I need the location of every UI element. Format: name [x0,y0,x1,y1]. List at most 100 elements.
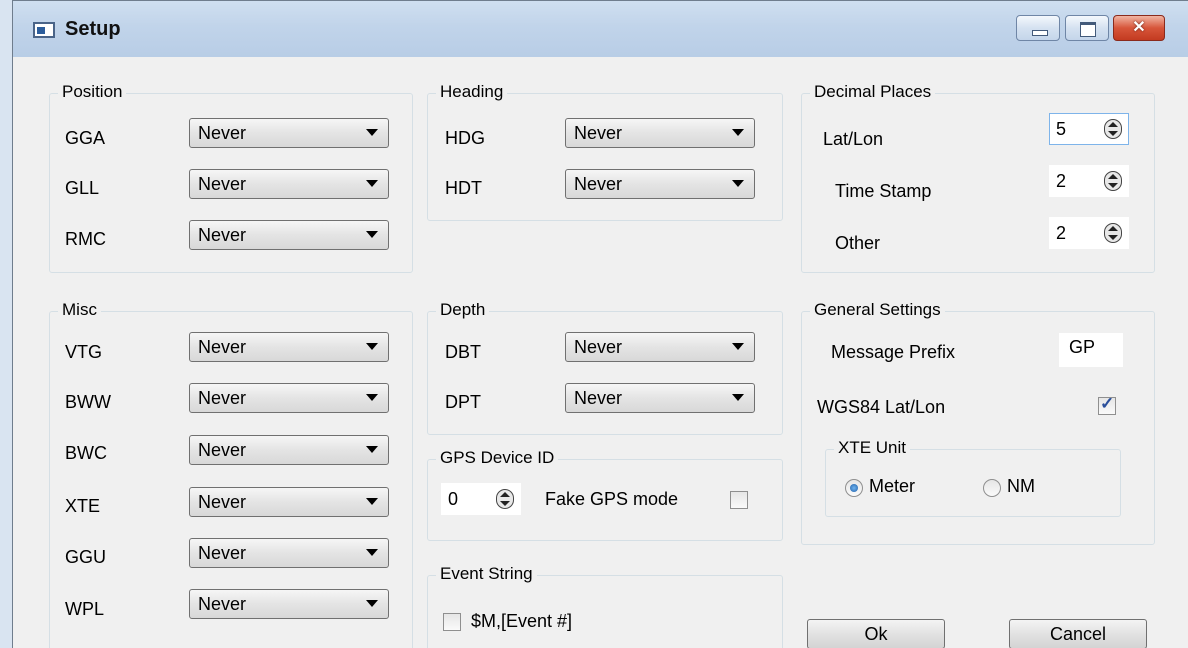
other-decimals-value: 2 [1056,223,1067,243]
vtg-label: VTG [65,342,103,362]
chevron-down-icon [366,549,378,556]
gps-device-group-title: GPS Device ID [436,448,559,468]
ggu-label: GGU [65,547,107,567]
chevron-down-icon [732,129,744,136]
gll-label: GLL [65,178,100,198]
wpl-value: Never [198,594,247,614]
dpt-dropdown[interactable]: Never [565,383,755,413]
hdg-dropdown[interactable]: Never [565,118,755,148]
spin-updown-icon[interactable] [1104,171,1122,191]
timestamp-decimals-spinner[interactable]: 2 [1049,165,1129,197]
xte-unit-meter-label: Meter [869,476,916,496]
message-prefix-label: Message Prefix [831,342,956,362]
gll-value: Never [198,174,247,194]
window-title: Setup [65,18,121,40]
fake-gps-mode-label: Fake GPS mode [545,489,679,509]
hdt-value: Never [574,174,623,194]
event-string-label: $M,[Event #] [471,611,573,631]
chevron-down-icon [732,394,744,401]
hdg-label: HDG [445,128,485,148]
chevron-down-icon [366,343,378,350]
gga-dropdown[interactable]: Never [189,118,389,148]
ggu-value: Never [198,543,247,563]
message-prefix-input[interactable]: GP [1059,333,1123,367]
bww-dropdown[interactable]: Never [189,383,389,413]
spin-updown-icon[interactable] [1104,119,1122,139]
close-icon: ✕ [1132,19,1146,36]
chevron-down-icon [366,231,378,238]
spin-updown-icon[interactable] [1104,223,1122,243]
hdt-label: HDT [445,178,482,198]
chevron-down-icon [366,180,378,187]
xte-value: Never [198,492,247,512]
wgs84-checkbox[interactable] [1098,394,1116,415]
chevron-down-icon [366,446,378,453]
chevron-down-icon [732,343,744,350]
close-button[interactable]: ✕ [1113,15,1165,41]
chevron-down-icon [366,498,378,505]
xte-label: XTE [65,496,101,516]
gps-device-id-value: 0 [448,489,459,509]
xte-unit-meter-radio[interactable] [845,479,863,497]
rmc-label: RMC [65,229,106,249]
gps-device-id-spinner[interactable]: 0 [441,483,521,515]
chevron-down-icon [366,394,378,401]
timestamp-decimals-value: 2 [1056,171,1067,191]
setup-window: Setup ✕ Position GGA Never GLL Never RMC… [12,0,1188,648]
ok-button[interactable]: Ok [807,619,945,648]
dbt-label: DBT [445,342,481,362]
other-decimals-label: Other [835,233,881,253]
wgs84-label: WGS84 Lat/Lon [817,397,946,417]
xte-unit-nm-radio[interactable] [983,479,1001,497]
hdt-dropdown[interactable]: Never [565,169,755,199]
misc-group-title: Misc [58,300,101,320]
minimize-icon [1032,30,1048,36]
heading-group: Heading [427,82,783,221]
xte-dropdown[interactable]: Never [189,487,389,517]
latlon-decimals-spinner[interactable]: 5 [1049,113,1129,145]
bww-value: Never [198,388,247,408]
fake-gps-mode-checkbox[interactable] [730,491,748,509]
dbt-value: Never [574,337,623,357]
app-window-icon [33,22,55,38]
rmc-value: Never [198,225,247,245]
heading-group-title: Heading [436,82,508,102]
vtg-dropdown[interactable]: Never [189,332,389,362]
xte-unit-nm-label: NM [1007,476,1035,496]
title-bar[interactable]: Setup ✕ [13,1,1188,57]
bww-label: BWW [65,392,111,412]
event-string-group-title: Event String [436,564,537,584]
depth-group-title: Depth [436,300,490,320]
gga-value: Never [198,123,247,143]
chevron-down-icon [732,180,744,187]
event-string-checkbox[interactable] [443,613,461,631]
bwc-value: Never [198,440,247,460]
wpl-label: WPL [65,599,105,619]
latlon-decimals-label: Lat/Lon [823,129,884,149]
cancel-button[interactable]: Cancel [1009,619,1147,648]
wpl-dropdown[interactable]: Never [189,589,389,619]
general-settings-group-title: General Settings [810,300,945,320]
gll-dropdown[interactable]: Never [189,169,389,199]
chevron-down-icon [366,129,378,136]
chevron-down-icon [366,600,378,607]
bwc-dropdown[interactable]: Never [189,435,389,465]
latlon-decimals-value: 5 [1056,119,1067,139]
dbt-dropdown[interactable]: Never [565,332,755,362]
spin-updown-icon[interactable] [496,489,514,509]
dpt-label: DPT [445,392,481,412]
hdg-value: Never [574,123,623,143]
ggu-dropdown[interactable]: Never [189,538,389,568]
message-prefix-value: GP [1069,337,1096,357]
vtg-value: Never [198,337,247,357]
bwc-label: BWC [65,443,107,463]
maximize-icon [1080,22,1096,37]
other-decimals-spinner[interactable]: 2 [1049,217,1129,249]
minimize-button[interactable] [1016,15,1060,41]
xte-unit-group-title: XTE Unit [834,438,911,458]
maximize-button[interactable] [1065,15,1109,41]
rmc-dropdown[interactable]: Never [189,220,389,250]
decimal-places-group-title: Decimal Places [810,82,936,102]
position-group-title: Position [58,82,127,102]
gga-label: GGA [65,128,106,148]
